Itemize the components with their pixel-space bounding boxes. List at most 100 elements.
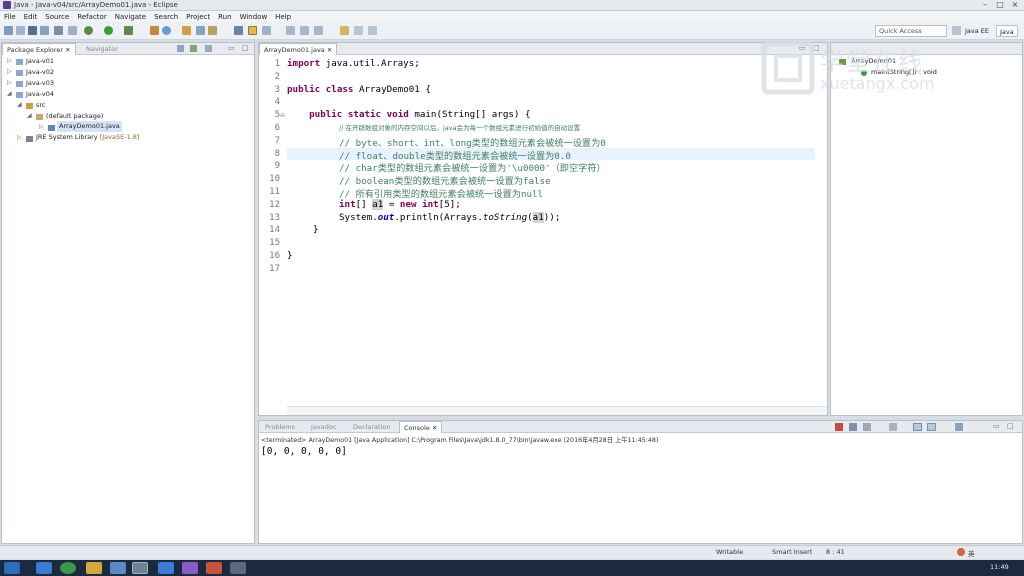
quick-access-input[interactable]: Quick Access: [875, 25, 947, 37]
tree-item-java-v04[interactable]: Java-v04: [26, 89, 54, 100]
expand-arrow-icon[interactable]: ▷: [17, 134, 22, 141]
code-line-5[interactable]: public static void main(String[] args) {: [287, 109, 530, 120]
tree-item-java-v03[interactable]: Java-v03: [26, 78, 54, 89]
save-icon[interactable]: [28, 26, 37, 35]
new-icon[interactable]: [4, 26, 13, 35]
code-line-6[interactable]: // 在开辟数组对象的内存空间以后，java会为每一个数组元素进行初始值的自动设…: [339, 122, 580, 133]
display-console-icon[interactable]: [927, 423, 936, 431]
toggle-block-selection-icon[interactable]: [248, 26, 257, 35]
ime-icon[interactable]: [957, 548, 965, 556]
pin-console-icon[interactable]: [913, 423, 922, 431]
dropdown-icon[interactable]: [16, 26, 25, 35]
tree-item-java-v01[interactable]: Java-v01: [26, 56, 54, 67]
tab-javadoc[interactable]: Javadoc: [307, 421, 340, 433]
taskbar-app-icon[interactable]: [206, 562, 222, 574]
minimize-view-icon[interactable]: ▭: [228, 44, 235, 52]
clear-console-icon[interactable]: [863, 423, 871, 431]
new-package-icon[interactable]: [162, 26, 171, 35]
menu-edit[interactable]: Edit: [20, 11, 42, 22]
tab-navigator[interactable]: Navigator: [82, 43, 122, 55]
taskbar-app-icon[interactable]: [36, 562, 52, 574]
expand-arrow-icon[interactable]: ▷: [7, 79, 12, 86]
save-all-icon[interactable]: [40, 26, 49, 35]
tree-item-jre-system-library[interactable]: JRE System Library [JavaSE-1.8]: [36, 132, 139, 143]
expand-arrow-icon[interactable]: ▷: [7, 57, 12, 64]
minimize-button[interactable]: –: [978, 0, 992, 10]
taskbar-app-icon[interactable]: [110, 562, 126, 574]
print-icon[interactable]: [54, 26, 63, 35]
remove-launch-icon[interactable]: [849, 423, 857, 431]
open-perspective-icon[interactable]: [952, 26, 961, 35]
debug-icon[interactable]: [84, 26, 93, 35]
link-with-editor-icon[interactable]: [190, 45, 197, 52]
tree-item-default-package[interactable]: (default package): [46, 111, 103, 122]
expand-arrow-icon[interactable]: ▷: [39, 123, 44, 130]
view-menu-icon[interactable]: [205, 45, 212, 52]
next-annotation-icon[interactable]: [300, 26, 309, 35]
code-line-14[interactable]: }: [313, 224, 319, 235]
open-task-icon[interactable]: [208, 26, 217, 35]
taskbar-app-icon[interactable]: [158, 562, 174, 574]
ime-mode[interactable]: 英: [968, 548, 975, 558]
tab-problems[interactable]: Problems: [261, 421, 299, 433]
fold-toggle-icon[interactable]: ⊖: [280, 112, 285, 119]
collapse-arrow-icon[interactable]: ◢: [17, 101, 22, 108]
maximize-button[interactable]: □: [993, 0, 1007, 10]
tab-arraydemo01-java[interactable]: ArrayDemo01.java ✕: [259, 43, 338, 55]
menu-refactor[interactable]: Refactor: [73, 11, 110, 22]
tab-declaration[interactable]: Declaration: [349, 421, 394, 433]
eclipse-taskbar-icon[interactable]: [132, 562, 148, 574]
paragraph-icon[interactable]: [286, 26, 295, 35]
tree-item-src[interactable]: src: [36, 100, 46, 111]
external-tools-icon[interactable]: [124, 26, 133, 35]
code-line-12[interactable]: int[] a1 = new int[5];: [339, 198, 461, 210]
file-explorer-icon[interactable]: [86, 562, 102, 574]
tree-item-arraydemo01-java[interactable]: ArrayDemo01.java: [57, 121, 122, 132]
menu-file[interactable]: File: [0, 11, 20, 22]
close-button[interactable]: ×: [1008, 0, 1022, 10]
back-icon[interactable]: [354, 26, 363, 35]
scroll-lock-icon[interactable]: [889, 423, 897, 431]
tab-console[interactable]: Console ✕: [399, 421, 443, 433]
collapse-arrow-icon[interactable]: ◢: [7, 90, 12, 97]
tab-package-explorer[interactable]: Package Explorer ✕: [2, 43, 76, 55]
code-line-1[interactable]: import java.util.Arrays;: [287, 58, 420, 69]
menu-window[interactable]: Window: [236, 11, 272, 22]
menu-project[interactable]: Project: [182, 11, 214, 22]
run-icon[interactable]: [104, 26, 113, 35]
menu-run[interactable]: Run: [214, 11, 235, 22]
chrome-icon[interactable]: [60, 562, 76, 574]
start-button-icon[interactable]: [4, 562, 20, 574]
menu-source[interactable]: Source: [41, 11, 73, 22]
taskbar-app-icon[interactable]: [182, 562, 198, 574]
collapse-arrow-icon[interactable]: ◢: [27, 112, 32, 119]
perspective-java[interactable]: Java: [996, 25, 1018, 37]
expand-arrow-icon[interactable]: ▷: [7, 68, 12, 75]
minimize-console-icon[interactable]: ▭: [993, 422, 1000, 430]
last-edit-location-icon[interactable]: [340, 26, 349, 35]
menu-navigate[interactable]: Navigate: [111, 11, 150, 22]
horizontal-scrollbar[interactable]: [287, 406, 827, 415]
menu-search[interactable]: Search: [150, 11, 182, 22]
code-line-13[interactable]: System.out.println(Arrays.toString(a1));: [339, 211, 560, 223]
show-whitespace-icon[interactable]: [262, 26, 271, 35]
maximize-view-icon[interactable]: □: [242, 44, 249, 52]
taskbar-app-icon[interactable]: [230, 562, 246, 574]
forward-icon[interactable]: [368, 26, 377, 35]
new-java-project-icon[interactable]: [150, 26, 159, 35]
code-line-16[interactable]: }: [287, 250, 293, 261]
collapse-all-icon[interactable]: [177, 45, 184, 52]
skip-breakpoints-icon[interactable]: [68, 26, 77, 35]
terminate-icon[interactable]: [835, 423, 843, 431]
previous-annotation-icon[interactable]: [314, 26, 323, 35]
search-icon[interactable]: [196, 26, 205, 35]
menu-help[interactable]: Help: [271, 11, 295, 22]
tree-item-java-v02[interactable]: Java-v02: [26, 67, 54, 78]
perspective-java-ee[interactable]: Java EE: [962, 25, 992, 37]
code-line-3[interactable]: public class ArrayDemo01 {: [287, 84, 431, 95]
open-console-icon[interactable]: [955, 423, 963, 431]
open-type-icon[interactable]: [182, 26, 191, 35]
maximize-console-icon[interactable]: □: [1007, 422, 1014, 430]
toggle-mark-occurrences-icon[interactable]: [234, 26, 243, 35]
console-output[interactable]: [0, 0, 0, 0, 0]: [261, 446, 347, 457]
